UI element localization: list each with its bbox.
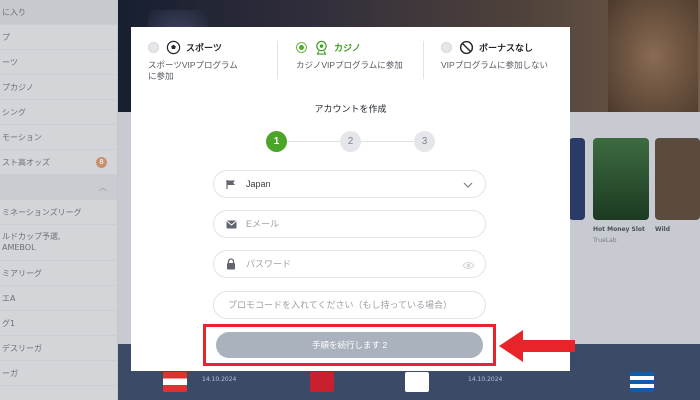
bonus-option-title: カジノ [334, 42, 361, 53]
step-3: 3 [414, 131, 435, 152]
email-input[interactable] [246, 219, 466, 229]
country-select[interactable]: Japan [213, 170, 486, 198]
password-field[interactable] [213, 250, 486, 278]
game-card[interactable] [569, 138, 585, 220]
sidebar-item-label: プカジノ [2, 83, 34, 92]
lock-icon [224, 257, 238, 271]
radio-button[interactable] [148, 41, 159, 53]
bonus-option-title: ボーナスなし [479, 42, 534, 53]
soccer-ball-icon [166, 40, 181, 54]
no-entry-icon [459, 40, 474, 54]
match-date: 14.10.2024 [202, 376, 237, 383]
bonus-option-casino[interactable]: カジノ カジノVIPプログラムに参加 [296, 27, 426, 89]
step-1: 1 [266, 131, 287, 152]
game-card-title: Wild [655, 226, 671, 233]
eye-icon[interactable] [461, 258, 475, 272]
sidebar-item-label: スト高オッズ [2, 158, 50, 167]
sidebar-item-label: ミアリーグ [2, 269, 42, 278]
banner-artwork [608, 0, 698, 112]
sidebar-item-label: ーツ [2, 58, 18, 67]
bonus-option-title: スポーツ [186, 42, 222, 53]
promo-code-input[interactable] [228, 300, 478, 310]
sidebar-section-header[interactable]: ︿ [0, 175, 117, 200]
game-card-title: Hot Money Slot [593, 226, 645, 233]
sidebar: に入り プ ーツ プカジノ シング モーション スト高オッズ 8 ︿ ミネーション… [0, 0, 118, 400]
bonus-selector: スポーツ スポーツVIPプログラムに参加 カジノ カジノVIPプログラムに参加 [131, 27, 570, 89]
sidebar-item[interactable]: ーガ [0, 361, 117, 386]
sidebar-item-label: シング [2, 108, 26, 117]
greece-flag-icon [630, 372, 654, 392]
sidebar-item[interactable]: プ [0, 25, 117, 50]
country-value: Japan [246, 179, 271, 189]
sidebar-item-label: グ1 [2, 319, 16, 328]
sidebar-item[interactable]: ミネーションズリーグ [0, 200, 117, 225]
game-card-provider: TrueLab [593, 237, 617, 244]
sidebar-item[interactable]: ルドカップ予選, AMEBOL [0, 225, 117, 261]
chevron-down-icon [461, 178, 475, 192]
bonus-option-desc: カジノVIPプログラムに参加 [296, 60, 403, 70]
sidebar-item-label: ーガ [2, 369, 18, 378]
sidebar-item[interactable]: シング [0, 100, 117, 125]
highlight-box: 手順を続行します 2 [203, 324, 496, 366]
sidebar-item[interactable]: グ1 [0, 311, 117, 336]
sidebar-item[interactable]: に入り [0, 0, 117, 25]
sidebar-item-label: エA [2, 294, 16, 303]
sidebar-item-label: プ [2, 33, 10, 42]
divider [277, 41, 278, 79]
sidebar-item[interactable]: ミアリーグ [0, 261, 117, 286]
sidebar-item[interactable]: エA [0, 286, 117, 311]
email-field[interactable] [213, 210, 486, 238]
finland-flag-icon [405, 372, 429, 392]
modal-title: アカウントを作成 [314, 104, 387, 114]
sidebar-item-label: モーション [2, 133, 42, 142]
continue-button[interactable]: 手順を続行します 2 [216, 332, 483, 358]
sidebar-item-label: デスリーガ [2, 344, 42, 353]
flag-icon [224, 177, 238, 191]
bonus-option-desc: スポーツVIPプログラムに参加 [148, 60, 238, 81]
sidebar-item[interactable]: デスリーガ [0, 336, 117, 361]
bonus-option-none[interactable]: ボーナスなし VIPプログラムに参加しない [441, 27, 566, 89]
match-date: 14.10.2024 [468, 376, 503, 383]
chevron-up-icon: ︿ [99, 183, 107, 192]
bonus-option-desc: VIPプログラムに参加しない [441, 60, 548, 70]
promo-code-field[interactable] [213, 291, 486, 319]
norway-flag-icon [310, 372, 334, 392]
sidebar-item[interactable]: スト高オッズ 8 [0, 150, 117, 175]
envelope-icon [224, 217, 238, 231]
step-2: 2 [340, 131, 361, 152]
step-connector [361, 141, 414, 142]
radio-button-selected[interactable] [296, 41, 307, 53]
step-connector [287, 141, 340, 142]
sidebar-item[interactable]: モーション [0, 125, 117, 150]
game-cards: Hot Money Slot TrueLab Wild [569, 138, 700, 248]
game-card[interactable] [593, 138, 649, 220]
step-indicator: 1 2 3 [266, 131, 436, 153]
radio-button[interactable] [441, 41, 452, 53]
sidebar-item[interactable]: ーツ [0, 50, 117, 75]
registration-modal: スポーツ スポーツVIPプログラムに参加 カジノ カジノVIPプログラムに参加 [131, 27, 570, 371]
bonus-option-sports[interactable]: スポーツ スポーツVIPプログラムに参加 [148, 27, 276, 89]
divider [423, 41, 424, 79]
annotation-arrow-icon [499, 330, 575, 362]
sidebar-item-label: に入り [2, 8, 26, 17]
game-card[interactable] [655, 138, 700, 220]
roulette-icon [316, 40, 327, 55]
sidebar-item-label: ミネーションズリーグ [2, 208, 82, 217]
sidebar-item-label: ルドカップ予選, AMEBOL [2, 232, 61, 252]
password-input[interactable] [246, 259, 466, 269]
sidebar-item[interactable]: プカジノ [0, 75, 117, 100]
austria-flag-icon [163, 372, 187, 392]
count-badge: 8 [96, 157, 107, 168]
